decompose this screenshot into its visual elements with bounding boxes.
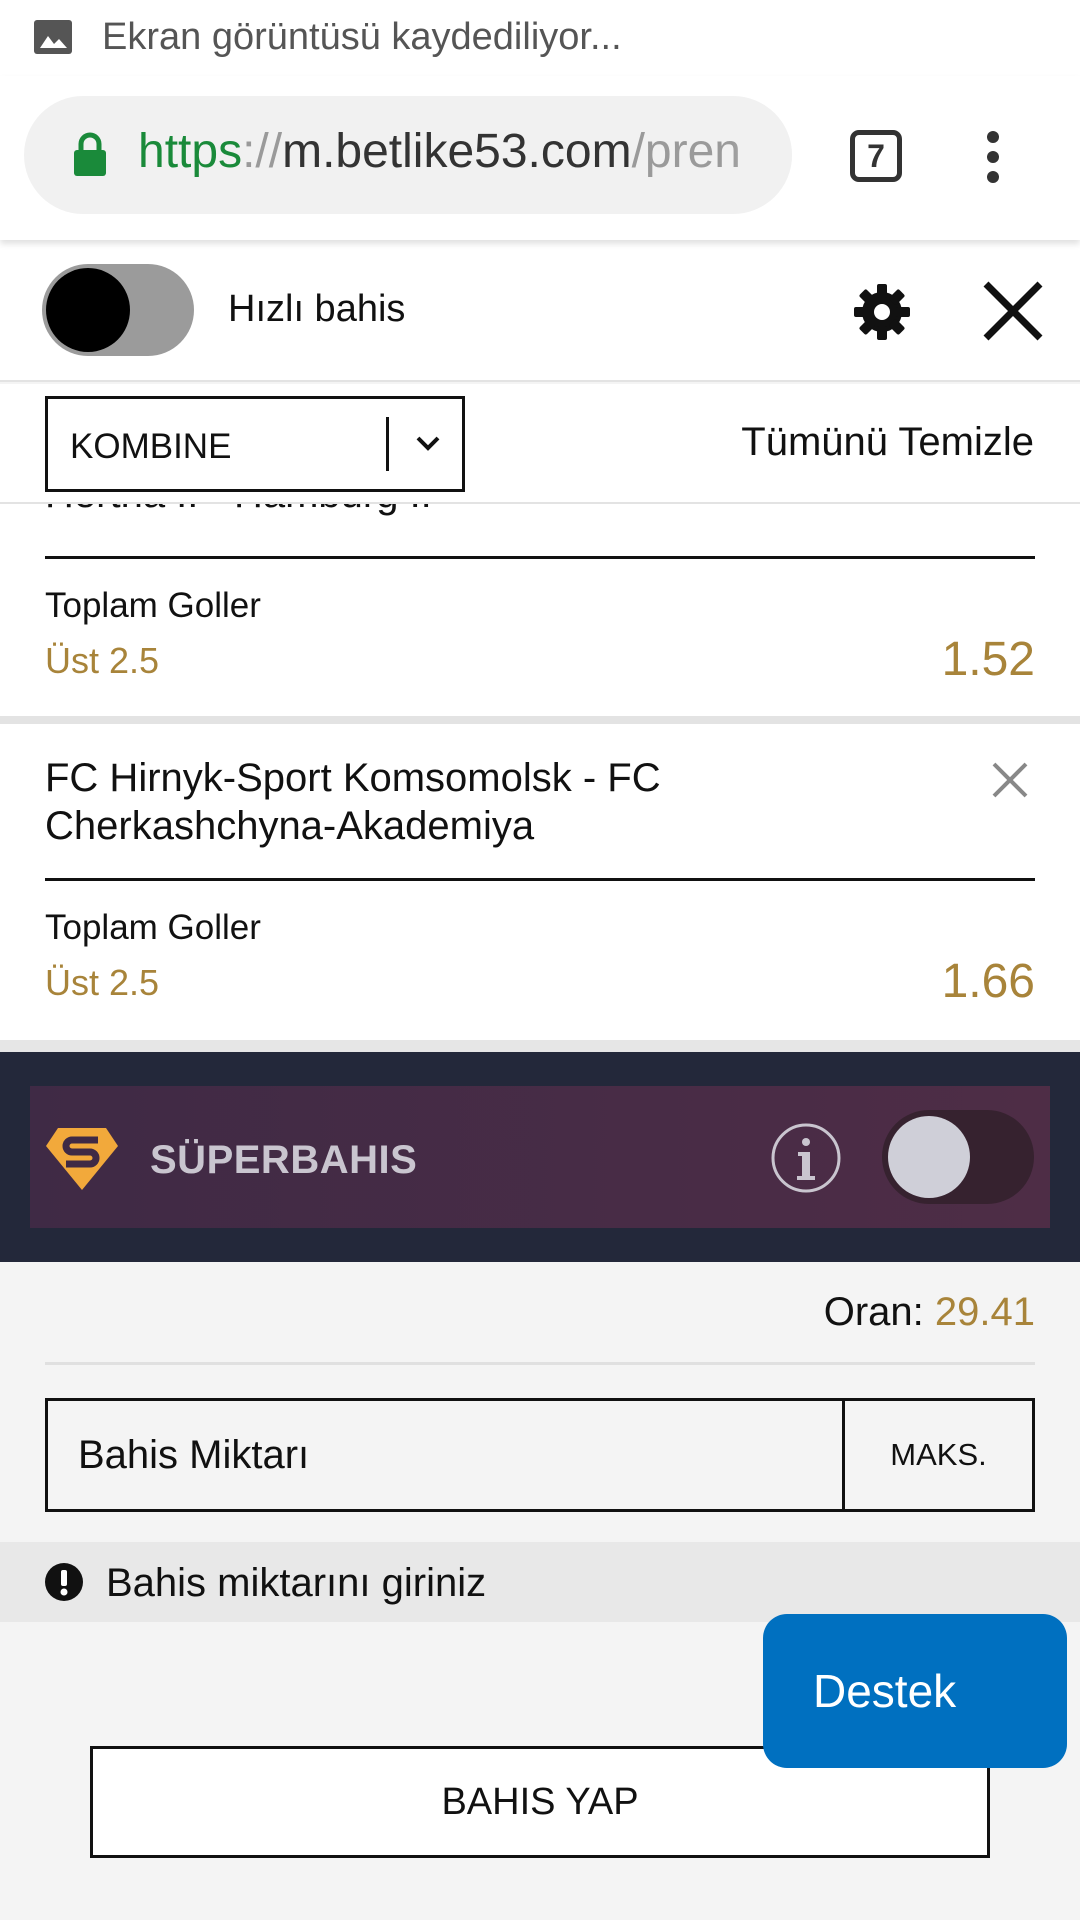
toggle-knob bbox=[888, 1116, 970, 1198]
superbet-band: SÜPERBAHIS bbox=[0, 1052, 1080, 1262]
odds-value: 1.52 bbox=[941, 633, 1035, 686]
slip-separator bbox=[0, 716, 1080, 724]
quick-bet-toggle[interactable] bbox=[42, 264, 194, 356]
select-divider bbox=[386, 417, 389, 471]
toggle-knob bbox=[46, 268, 130, 352]
superbet-toggle[interactable] bbox=[882, 1110, 1034, 1204]
clear-all-button[interactable]: Tümünü Temizle bbox=[741, 420, 1034, 465]
info-icon[interactable] bbox=[770, 1122, 842, 1194]
remove-icon[interactable] bbox=[990, 760, 1030, 800]
warning-text: Bahis miktarını giriniz bbox=[106, 1561, 487, 1605]
match-divider bbox=[45, 556, 1035, 559]
selection-label: Üst 2.5 bbox=[45, 962, 160, 1003]
image-icon bbox=[34, 20, 72, 54]
warning-icon bbox=[45, 1563, 83, 1601]
bet-type-select[interactable]: KOMBINE bbox=[45, 396, 465, 492]
betslip-list: Hertha II - Hamburg II Toplam Goller Üst… bbox=[0, 504, 1080, 1052]
betslip-summary: Oran: 29.41 MAKS. bbox=[0, 1262, 1080, 1542]
status-bar: Ekran görüntüsü kaydediliyor... bbox=[0, 0, 1080, 76]
tab-counter[interactable]: 7 bbox=[850, 130, 902, 182]
url-scheme: https bbox=[138, 125, 243, 178]
browser-toolbar: https://m.betlike53.com/pren 7 bbox=[0, 76, 1080, 240]
address-bar[interactable]: https://m.betlike53.com/pren bbox=[24, 96, 792, 214]
odds-value: 1.66 bbox=[941, 955, 1035, 1008]
url-text: https://m.betlike53.com/pren bbox=[138, 124, 741, 179]
bet-item: Hertha II - Hamburg II Toplam Goller Üst… bbox=[0, 504, 1080, 1052]
gear-icon[interactable] bbox=[852, 282, 912, 342]
selection-label: Üst 2.5 bbox=[45, 640, 160, 681]
betslip-header: KOMBINE Tümünü Temizle bbox=[0, 384, 1080, 504]
section-gap bbox=[0, 1040, 1080, 1052]
quick-bet-label: Hızlı bahis bbox=[228, 288, 406, 330]
chevron-down-icon bbox=[416, 436, 440, 451]
close-icon[interactable] bbox=[980, 278, 1046, 344]
url-host: m.betlike53.com bbox=[282, 125, 632, 178]
match-name: Hertha II - Hamburg II bbox=[45, 504, 925, 518]
bet-type-value: KOMBINE bbox=[70, 427, 232, 466]
warning-bar: Bahis miktarını giriniz bbox=[0, 1542, 1080, 1622]
superbet-logo-icon bbox=[46, 1128, 118, 1190]
superbet-card: SÜPERBAHIS bbox=[30, 1086, 1050, 1228]
odds-total-value: 29.41 bbox=[934, 1290, 1035, 1334]
match-name: FC Hirnyk-Sport Komsomolsk - FC Cherkash… bbox=[45, 756, 661, 848]
total-odds: Oran: 29.41 bbox=[824, 1290, 1035, 1335]
support-button[interactable]: Destek bbox=[763, 1614, 1067, 1768]
url-path: /pren bbox=[631, 125, 741, 178]
max-stake-button[interactable]: MAKS. bbox=[842, 1401, 1032, 1509]
market-label: Toplam Goller bbox=[45, 908, 261, 947]
odds-label: Oran: bbox=[823, 1290, 924, 1334]
url-fade bbox=[732, 96, 792, 214]
url-separator: :// bbox=[242, 125, 283, 178]
match-divider bbox=[45, 878, 1035, 881]
menu-icon[interactable] bbox=[986, 130, 1000, 184]
stake-input[interactable] bbox=[48, 1401, 842, 1509]
stake-box: MAKS. bbox=[45, 1398, 1035, 1512]
betslip-top-bar: Hızlı bahis bbox=[0, 240, 1080, 382]
market-label: Toplam Goller bbox=[45, 586, 261, 625]
superbet-label: SÜPERBAHIS bbox=[150, 1138, 418, 1182]
lock-icon bbox=[74, 132, 106, 176]
remove-icon[interactable] bbox=[990, 504, 1030, 506]
status-text: Ekran görüntüsü kaydediliyor... bbox=[102, 16, 622, 58]
summary-divider bbox=[45, 1362, 1035, 1365]
